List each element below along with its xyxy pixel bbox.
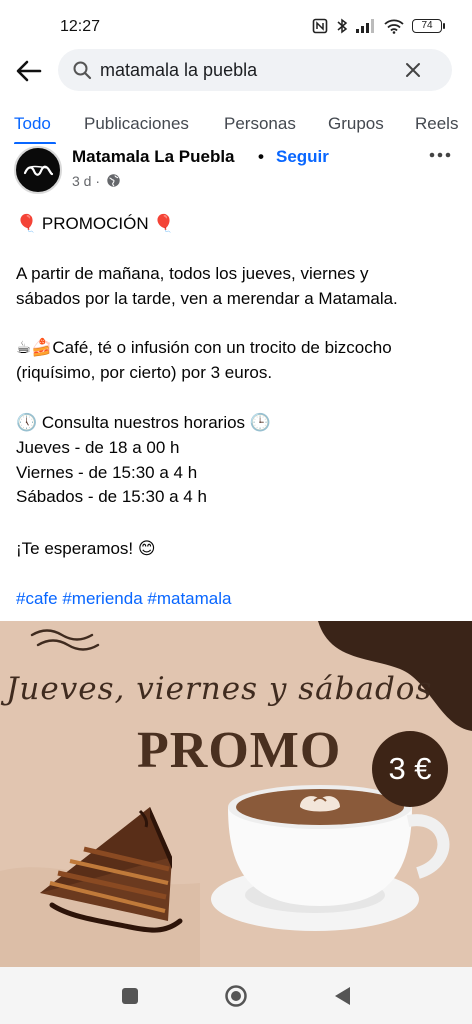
tab-reels[interactable]: Reels <box>415 114 458 134</box>
more-options-button[interactable] <box>426 145 454 165</box>
home-button[interactable] <box>224 984 248 1008</box>
tab-todo[interactable]: Todo <box>14 114 51 134</box>
close-icon[interactable] <box>404 61 422 79</box>
hashtag-link[interactable]: #merienda <box>62 589 142 608</box>
system-nav-bar <box>0 967 472 1024</box>
post-line: A partir de mañana, todos los jueves, vi… <box>16 264 369 283</box>
more-icon <box>429 152 451 158</box>
promo-subtitle: Jueves, viernes y sábados <box>6 671 433 707</box>
battery-icon: 74 <box>412 19 445 33</box>
arrow-left-icon <box>16 60 42 82</box>
status-bar: 12:27 74 <box>0 0 472 48</box>
post-line: 🎈 PROMOCIÓN 🎈 <box>16 214 175 233</box>
signal-icon <box>356 19 374 33</box>
triangle-back-icon <box>335 987 350 1005</box>
circle-icon <box>225 985 247 1007</box>
post-line: ¡Te esperamos! 😊 <box>16 539 156 558</box>
page-logo <box>23 165 54 176</box>
square-icon <box>122 988 138 1004</box>
back-button[interactable] <box>14 56 44 86</box>
search-filter-tabs: Todo Publicaciones Personas Grupos Reels <box>0 104 472 144</box>
active-tab-indicator <box>14 142 56 144</box>
avatar[interactable] <box>14 146 62 194</box>
price-badge: 3 € <box>372 731 448 807</box>
post-time[interactable]: 3 d · <box>72 173 100 189</box>
back-nav-button[interactable] <box>330 984 354 1008</box>
post-line: (riquísimo, por cierto) por 3 euros. <box>16 363 273 382</box>
tab-personas[interactable]: Personas <box>224 114 296 134</box>
post-line: sábados por la tarde, ven a merendar a M… <box>16 289 398 308</box>
search-input[interactable] <box>100 58 400 82</box>
status-icons: 74 <box>312 18 445 34</box>
post-line: 🕔 Consulta nuestros horarios 🕒 <box>16 413 271 432</box>
search-box[interactable] <box>58 49 452 91</box>
post-line: Jueves - de 18 a 00 h <box>16 438 180 457</box>
search-icon <box>73 61 92 80</box>
hashtag-link[interactable]: #cafe <box>16 589 58 608</box>
hashtags: #cafe #merienda #matamala <box>16 587 232 611</box>
globe-icon <box>107 174 120 187</box>
separator: • <box>258 147 264 166</box>
post-line: ☕🍰Café, té o infusión con un trocito de … <box>16 338 392 357</box>
page-name[interactable]: Matamala La Puebla <box>72 147 235 167</box>
bluetooth-icon <box>337 18 348 34</box>
tab-publicaciones[interactable]: Publicaciones <box>84 114 189 134</box>
post-line: Sábados - de 15:30 a 4 h <box>16 487 207 506</box>
recents-button[interactable] <box>118 984 142 1008</box>
post-line: Viernes - de 15:30 a 4 h <box>16 463 198 482</box>
hashtag-link[interactable]: #matamala <box>147 589 231 608</box>
follow-button[interactable]: Seguir <box>276 147 329 167</box>
wifi-icon <box>384 19 404 34</box>
status-time: 12:27 <box>60 18 101 35</box>
tab-grupos[interactable]: Grupos <box>328 114 384 134</box>
post-image[interactable]: Jueves, viernes y sábados PROMO 3 € <box>0 621 472 967</box>
nfc-icon <box>312 18 328 34</box>
promo-title: PROMO <box>137 722 342 779</box>
